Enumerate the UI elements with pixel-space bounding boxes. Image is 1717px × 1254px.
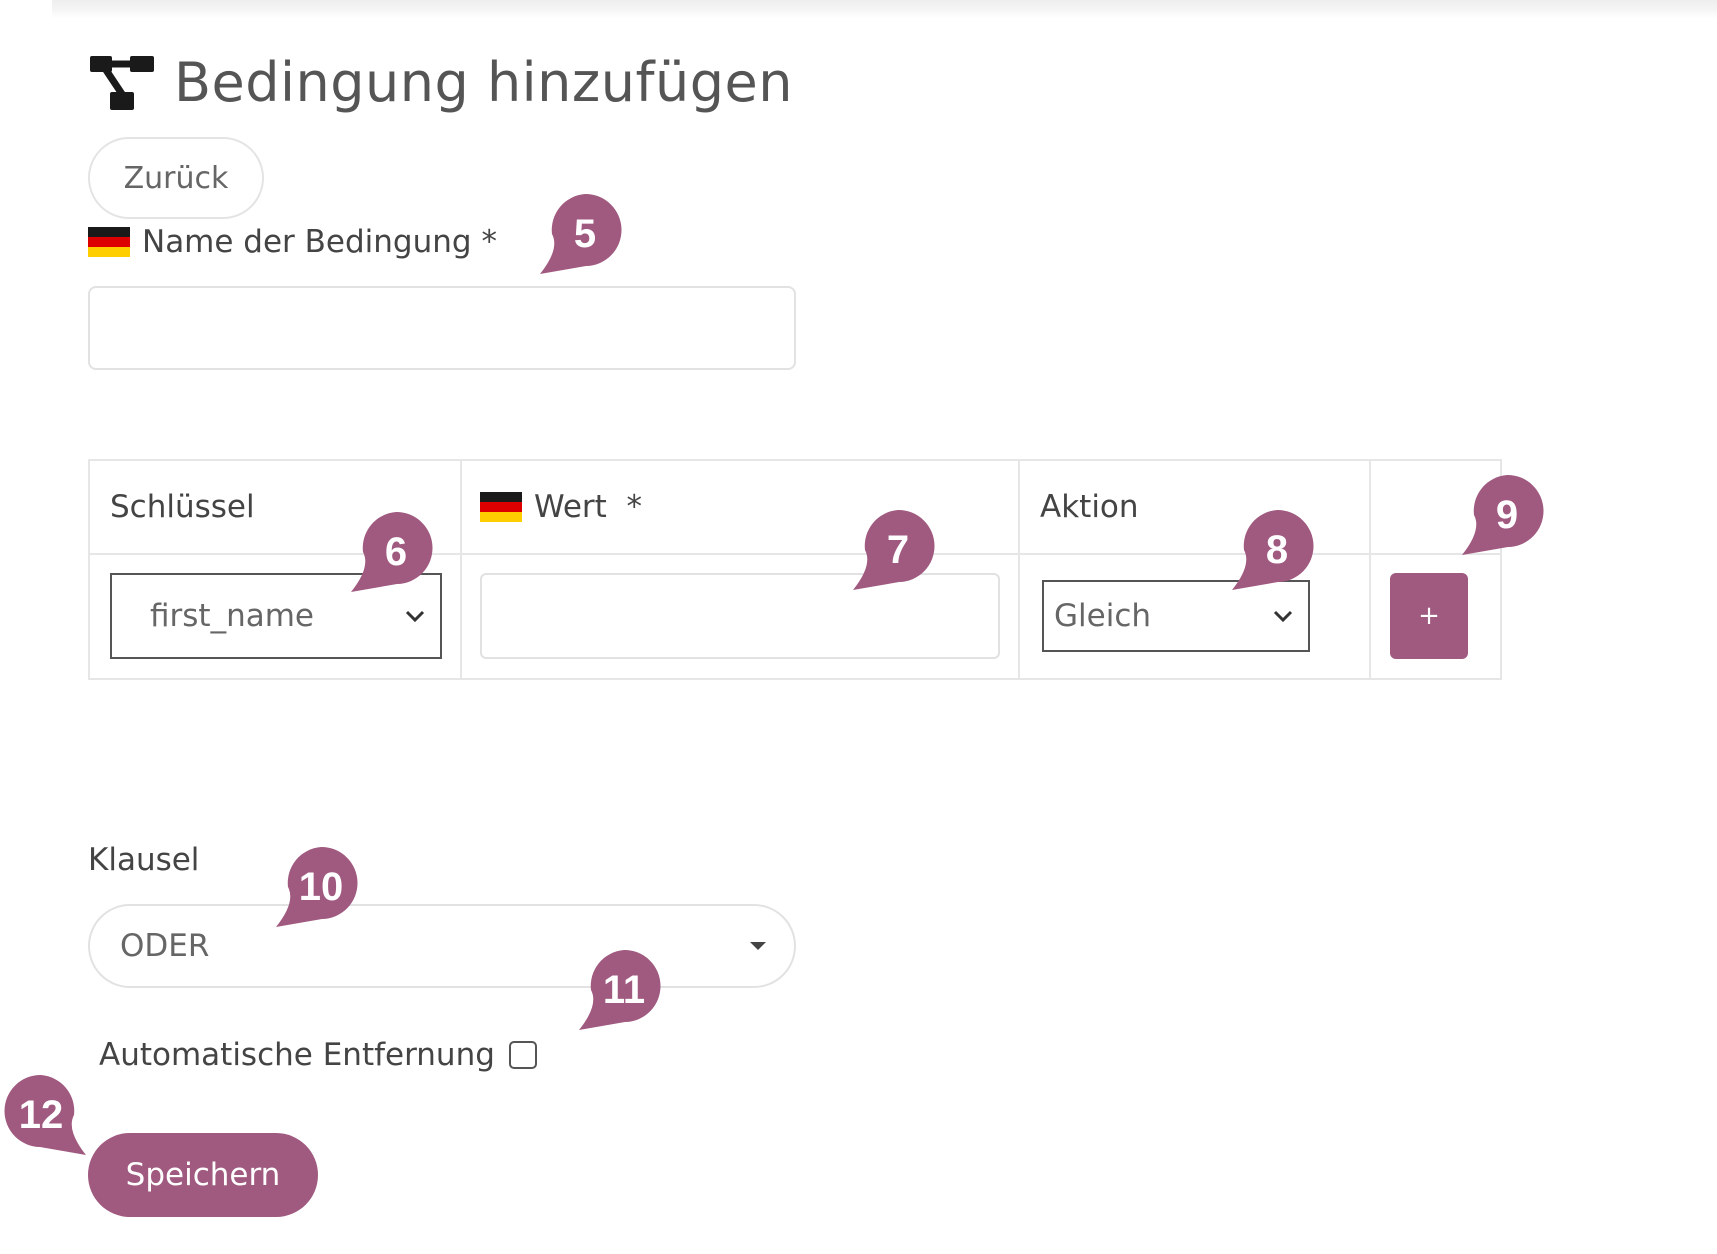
callout-marker: 11 [579, 945, 669, 1035]
add-condition-button[interactable]: + [1390, 573, 1468, 659]
save-button[interactable]: Speichern [88, 1133, 318, 1217]
condition-name-input[interactable] [88, 286, 796, 370]
auto-remove-checkbox[interactable] [508, 1041, 537, 1069]
clause-select[interactable]: ODER [88, 904, 796, 988]
key-select-value: first_name [150, 598, 314, 634]
callout-marker: 6 [351, 507, 441, 597]
header-action: Aktion [1040, 489, 1139, 525]
condition-name-label: Name der Bedingung * [88, 224, 497, 260]
callout-marker: 12 [0, 1070, 86, 1160]
table-divider [1369, 461, 1371, 678]
back-button[interactable]: Zurück [88, 137, 264, 219]
header-key: Schlüssel [110, 489, 255, 525]
caret-down-icon [750, 942, 766, 950]
callout-marker: 5 [540, 189, 630, 279]
table-divider [1018, 461, 1020, 678]
clause-label: Klausel [88, 842, 200, 878]
callout-marker: 10 [276, 842, 366, 932]
page-header: Bedingung hinzufügen [88, 42, 793, 122]
action-select-value: Gleich [1054, 598, 1152, 634]
callout-marker: 8 [1232, 505, 1322, 595]
header-value: Wert * [480, 461, 642, 553]
auto-remove-label: Automatische Entfernung [99, 1037, 495, 1073]
top-bar [52, 0, 1717, 18]
header-value-text: Wert * [534, 489, 643, 525]
chevron-down-icon [405, 610, 425, 623]
auto-remove-row: Automatische Entfernung [99, 1032, 537, 1078]
sitemap-icon [90, 56, 154, 110]
callout-marker: 7 [853, 505, 943, 595]
chevron-down-icon [1273, 610, 1293, 623]
page-title: Bedingung hinzufügen [174, 50, 793, 114]
german-flag-icon [480, 492, 522, 522]
table-divider [460, 461, 462, 678]
german-flag-icon [88, 227, 130, 257]
condition-name-label-text: Name der Bedingung * [142, 224, 497, 260]
clause-select-value: ODER [120, 928, 210, 964]
callout-marker: 9 [1462, 470, 1552, 560]
